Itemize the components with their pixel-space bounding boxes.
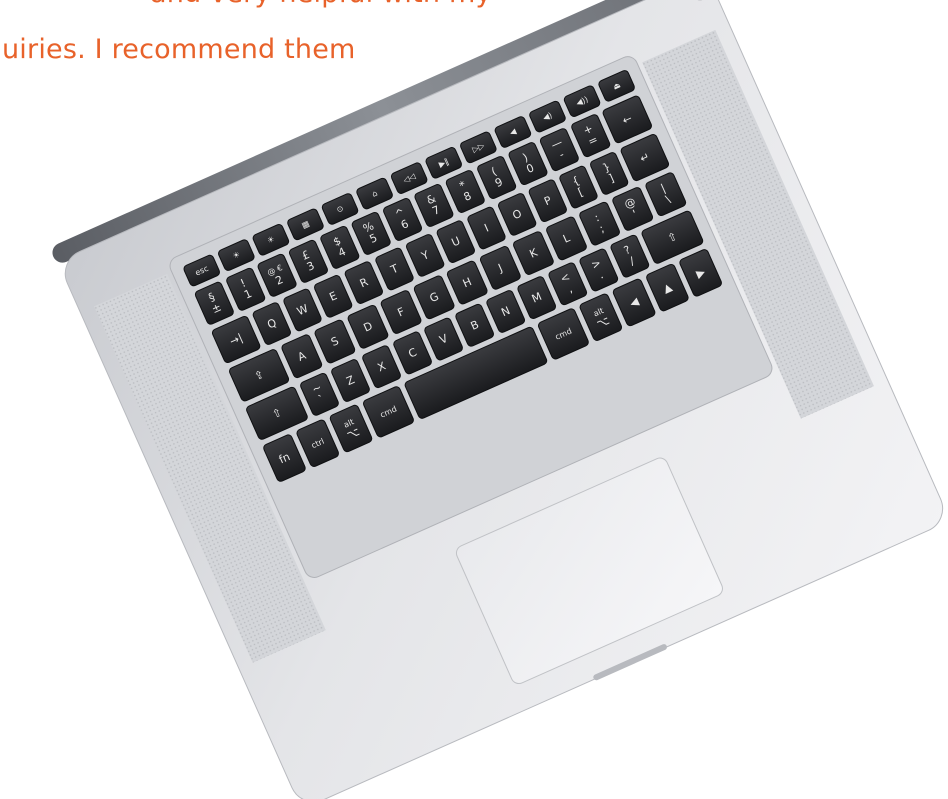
laptop-image: esc☀☀▦⊙⌂◁◁▶‖▷▷◀◀)◀))⏏§±!1@ €2£3$4%5^6&7*… [52, 0, 944, 799]
laptop-body-group: esc☀☀▦⊙⌂◁◁▶‖▷▷◀◀)◀))⏏§±!1@ €2£3$4%5^6&7*… [52, 0, 944, 799]
